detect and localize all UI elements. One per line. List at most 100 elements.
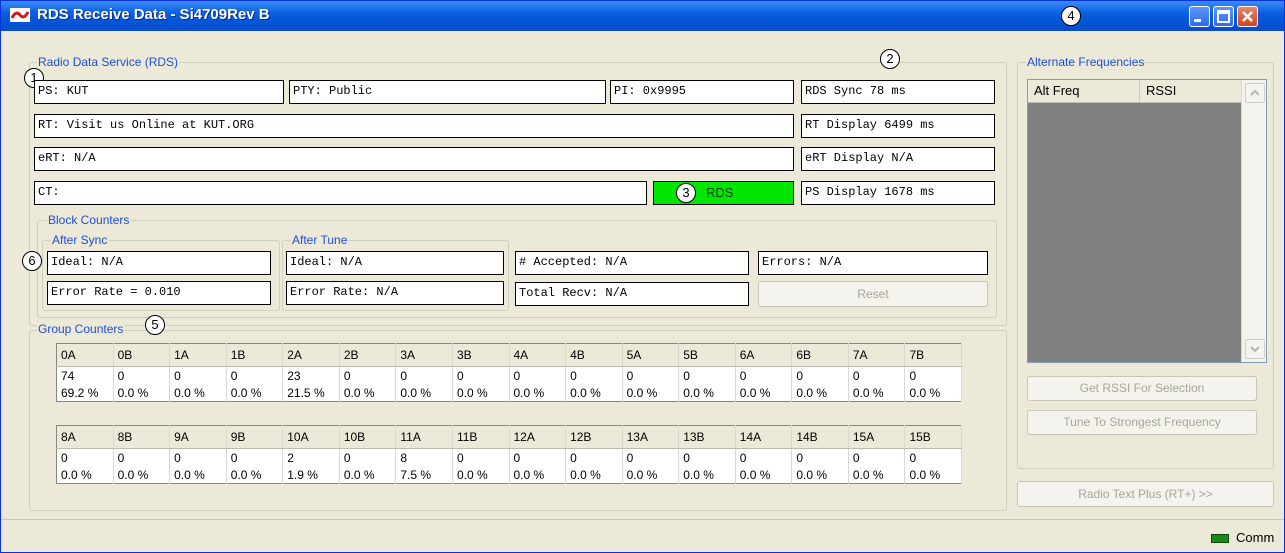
group-percent-cell: 0.0 % [226,384,284,402]
group-percent-cell: 0.0 % [452,466,510,484]
group-percent-cell: 0.0 % [56,466,114,484]
group-header-cell: 13A [622,425,680,449]
group-percent-cell: 7.5 % [395,466,453,484]
group-percent-cell: 0.0 % [678,466,736,484]
group-percent-cell: 0.0 % [509,384,567,402]
group-count-cell: 0 [678,366,736,384]
group-count-cell: 23 [282,366,340,384]
group-count-cell: 0 [622,448,680,466]
group-header-cell: 9B [226,425,284,449]
group-percent-cell: 0.0 % [169,466,227,484]
group-count-cell: 0 [904,448,962,466]
close-button[interactable] [1237,6,1258,27]
group-header-cell: 8B [113,425,171,449]
group-count-cell: 0 [169,448,227,466]
group-count-cell: 0 [169,366,227,384]
group-count-cell: 74 [56,366,114,384]
close-icon [1242,11,1253,22]
group-header-cell: 5B [678,343,736,367]
group-header-cell: 0B [113,343,171,367]
group-percent-cell: 0.0 % [904,384,962,402]
group-header-cell: 4B [565,343,623,367]
callout-3: 3 [676,183,696,203]
alt-freq-list[interactable]: Alt Freq RSSI [1027,79,1267,363]
group-count-cell: 0 [848,448,906,466]
group-count-cell: 0 [226,448,284,466]
group-count-cell: 0 [339,448,397,466]
chevron-down-icon [1250,346,1260,353]
ert-display-field: eRT Display N/A [801,147,995,171]
alt-freq-scrollbar[interactable] [1241,80,1266,362]
group-percent-cell: 0.0 % [339,466,397,484]
group-count-cell: 2 [282,448,340,466]
group-counters-table-1: 0A 0B 1A 1B 2A 2B 3A 3B 4A 4B 5A 5B 6A 6B 7A 7B 74 0 0 0 23… [56,343,962,402]
group-percent-cell: 0.0 % [791,466,849,484]
alt-freq-column-header[interactable]: Alt Freq [1034,80,1080,102]
group-count-cell: 8 [395,448,453,466]
group-header-cell: 1A [169,343,227,367]
reset-button[interactable]: Reset [758,281,988,307]
ct-field: CT: [34,181,647,205]
group-count-cell: 0 [113,448,171,466]
callout-6: 6 [22,251,42,271]
pi-field: PI: 0x9995 [610,80,794,104]
group-percent-cell: 0.0 % [395,384,453,402]
group-header-cell: 7B [904,343,962,367]
alt-freq-list-header: Alt Freq RSSI [1028,80,1241,103]
get-rssi-button[interactable]: Get RSSI For Selection [1027,376,1257,401]
group-count-cell: 0 [735,366,793,384]
maximize-button[interactable] [1213,6,1234,27]
scroll-down-button[interactable] [1245,339,1265,359]
group-count-cell: 0 [509,366,567,384]
rds-sync-field: RDS Sync 78 ms [801,80,995,104]
group-header-cell: 12B [565,425,623,449]
chevron-up-icon [1250,89,1260,96]
group-percent-cell: 0.0 % [622,466,680,484]
minimize-icon [1194,19,1201,22]
block-counters-label: Block Counters [47,213,131,227]
title-bar[interactable]: RDS Receive Data - Si4709Rev B 4 [1,1,1284,31]
group-percent-cell: 0.0 % [735,384,793,402]
group-count-cell: 0 [339,366,397,384]
rt-field: RT: Visit us Online at KUT.ORG [34,114,794,138]
group-percent-cell: 0.0 % [678,384,736,402]
sync-error-rate-field: Error Rate = 0.010 [47,281,271,305]
accepted-field: # Accepted: N/A [515,251,749,275]
group-header-cell: 12A [509,425,567,449]
group-count-cell: 0 [56,448,114,466]
group-counters-table-2: 8A 8B 9A 9B 10A 10B 11A 11B 12A 12B 13A 13B 14A 14B 15… [56,425,962,484]
alt-freq-label: Alternate Frequencies [1026,55,1146,69]
callout-2: 2 [880,49,900,69]
group-header-cell: 10B [339,425,397,449]
group-counters-label: Group Counters [37,322,125,336]
comm-label: Comm [1236,530,1275,545]
minimize-button[interactable] [1189,6,1210,27]
ert-field: eRT: N/A [34,147,794,171]
after-sync-label: After Sync [51,233,109,247]
group-header-cell: 7A [848,343,906,367]
group-percent-cell: 1.9 % [282,466,340,484]
tune-strongest-button[interactable]: Tune To Strongest Frequency [1027,410,1257,435]
group-count-cell: 0 [791,366,849,384]
radio-text-plus-button[interactable]: Radio Text Plus (RT+) >> [1017,481,1274,507]
group-percent-cell: 0.0 % [848,466,906,484]
group-percent-cell: 0.0 % [622,384,680,402]
rt-display-field: RT Display 6499 ms [801,114,995,138]
group-header-cell: 2B [339,343,397,367]
group-header-cell: 15A [848,425,906,449]
group-count-cell: 0 [452,448,510,466]
group-percent-cell: 69.2 % [56,384,114,402]
group-header-cell: 6B [791,343,849,367]
group-count-cell: 0 [791,448,849,466]
pty-field: PTY: Public [289,80,606,104]
tune-ideal-field: Ideal: N/A [286,251,504,275]
group-header-cell: 1B [226,343,284,367]
rds-indicator: RDS [653,181,794,205]
callout-4: 4 [1061,6,1081,26]
group-count-cell: 0 [678,448,736,466]
rds-group-label: Radio Data Service (RDS) [37,55,180,69]
rssi-column-header[interactable]: RSSI [1139,80,1176,102]
group-percent-cell: 0.0 % [735,466,793,484]
scroll-up-button[interactable] [1245,83,1265,103]
group-header-cell: 4A [509,343,567,367]
